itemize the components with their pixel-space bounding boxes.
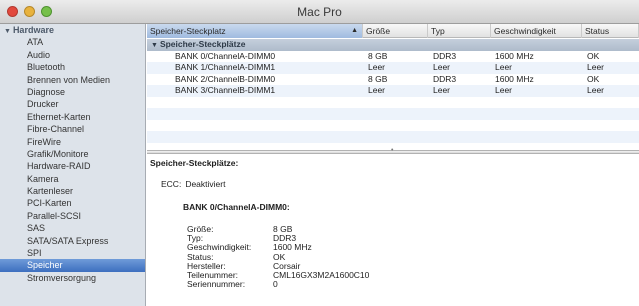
detail-field-label: Seriennummer: [187,279,246,290]
column-header[interactable]: Größe [363,24,428,38]
title-bar[interactable]: Mac Pro [0,0,639,24]
column-header-label: Größe [366,26,391,36]
sidebar-item[interactable]: Hardware-RAID [0,160,145,172]
table-cell: Leer [587,85,605,95]
table-row[interactable]: BANK 2/ChannelB-DIMM0 8 GB DDR3 1600 MHz OK [147,74,639,86]
disclosure-triangle-icon[interactable]: ▼ [151,42,158,49]
table-row[interactable]: BANK 3/ChannelB-DIMM1 Leer Leer Leer Leer [147,85,639,97]
table-cell: OK [587,73,600,84]
table-cell: BANK 2/ChannelB-DIMM0 [175,73,276,84]
table-cell: BANK 3/ChannelB-DIMM1 [175,85,276,95]
memory-table: Speicher-Steckplatz ▲ Größe Typ Geschwindigk… [147,24,639,150]
sidebar-item[interactable]: Grafik/Monitore [0,148,145,160]
table-cell: 8 GB [368,73,388,84]
table-cell: DDR3 [433,50,457,61]
table-empty-row [147,120,639,132]
table-group-row[interactable]: ▼ Speicher-Steckplätze [147,39,639,51]
sidebar-item[interactable]: SAS [0,222,145,234]
sidebar-item[interactable]: Speicher [0,259,145,272]
detail-field-value: 0 [273,279,278,290]
table-cell: 8 GB [368,50,388,61]
ecc-label: ECC: [161,179,182,189]
table-cell: BANK 0/ChannelA-DIMM0 [175,50,276,61]
window-title: Mac Pro [297,5,342,19]
system-profiler-window: Mac Pro ▼ Hardware ATA Audio Bluetooth Brenn… [0,0,639,306]
column-header-label: Speicher-Steckplatz [150,26,226,36]
disclosure-triangle-icon[interactable]: ▼ [4,28,11,35]
sort-ascending-icon: ▲ [351,27,358,34]
table-cell: 1600 MHz [495,50,534,61]
detail-field-value: CML16GX3M2A1600C10 [273,270,370,280]
sidebar-item[interactable]: ATA [0,36,145,48]
sidebar-item[interactable]: Kamera [0,173,145,185]
table-group-text: Speicher-Steckplätze [159,39,246,49]
column-header[interactable]: Status [582,24,639,38]
table-cell: DDR3 [433,73,457,84]
sidebar-group-label: Hardware [12,25,54,35]
table-row[interactable]: BANK 0/ChannelA-DIMM0 8 GB DDR3 1600 MHz OK [147,51,639,63]
table-header: Speicher-Steckplatz ▲ Größe Typ Geschwindigk… [147,24,639,38]
sidebar-item[interactable]: Brennen von Medien [0,74,145,86]
bank-title: BANK 0/ChannelA-DIMM0: [183,202,290,212]
table-cell: Leer [587,62,605,72]
detail-pane: Speicher-Steckplätze: ECC: Deaktiviert BA… [147,154,639,306]
sidebar-item[interactable]: SPI [0,247,145,259]
column-header[interactable]: Geschwindigkeit [491,24,582,38]
sidebar-item[interactable]: Audio [0,49,145,61]
sidebar: ▼ Hardware ATA Audio Bluetooth Brennen von M… [0,24,146,306]
detail-heading: Speicher-Steckplätze: [150,158,239,168]
table-cell: Leer [368,85,386,95]
table-cell: Leer [495,85,513,95]
column-header-label: Status [585,26,610,36]
sidebar-item[interactable]: Stromversorgung [0,272,145,284]
sidebar-item[interactable]: SATA/SATA Express [0,235,145,247]
sidebar-group-hardware[interactable]: ▼ Hardware [0,24,145,36]
table-cell: BANK 1/ChannelA-DIMM1 [175,62,276,72]
table-cell: Leer [433,62,451,72]
table-cell: Leer [368,62,386,72]
divider-grip-icon: • [391,147,394,154]
table-cell: 1600 MHz [495,73,534,84]
sidebar-item[interactable]: Kartenleser [0,185,145,197]
column-header[interactable]: Speicher-Steckplatz ▲ [147,24,363,38]
table-cell: Leer [433,85,451,95]
ecc-value: Deaktiviert [185,179,226,189]
table-cell: OK [587,50,600,61]
column-header-label: Geschwindigkeit [494,26,556,36]
table-empty-row [147,131,639,143]
sidebar-item[interactable]: Bluetooth [0,61,145,73]
sidebar-item[interactable]: Ethernet-Karten [0,111,145,123]
sidebar-item[interactable]: Diagnose [0,86,145,98]
table-empty-row [147,97,639,109]
table-empty-row [147,108,639,120]
column-header-label: Typ [431,26,445,36]
sidebar-item[interactable]: Parallel-SCSI [0,210,145,222]
table-row[interactable]: BANK 1/ChannelA-DIMM1 Leer Leer Leer Leer [147,62,639,74]
ecc-line: ECC: Deaktiviert [161,179,225,189]
sidebar-item[interactable]: PCI-Karten [0,197,145,209]
sidebar-item[interactable]: Fibre-Channel [0,123,145,135]
sidebar-item[interactable]: FireWire [0,136,145,148]
column-header[interactable]: Typ [428,24,491,38]
table-cell: Leer [495,62,513,72]
sidebar-item[interactable]: Drucker [0,98,145,110]
